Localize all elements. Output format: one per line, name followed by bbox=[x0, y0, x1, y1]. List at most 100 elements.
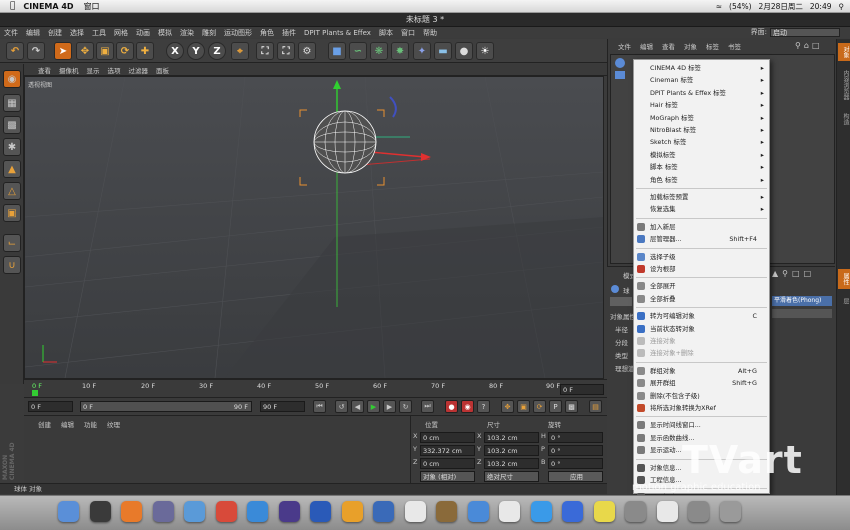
magnet-icon[interactable]: ∪ bbox=[3, 256, 21, 274]
nurbs-icon[interactable]: ❋ bbox=[370, 42, 388, 60]
new-window-icon[interactable]: □ bbox=[804, 269, 812, 279]
apply-button[interactable]: 应用 bbox=[548, 471, 603, 482]
keyframe-selection-icon[interactable]: ? bbox=[477, 400, 490, 413]
om-menu-tag[interactable]: 标签 bbox=[706, 41, 719, 51]
render-picture-icon[interactable]: ⛶ bbox=[277, 42, 295, 60]
dock-itunes-icon[interactable] bbox=[530, 501, 552, 522]
menu-dpit[interactable]: DPIT Plants & Effex bbox=[304, 29, 371, 37]
current-frame-field[interactable]: 0 F bbox=[560, 384, 604, 395]
tab-layers[interactable]: 层 bbox=[838, 293, 850, 309]
points-mode-icon[interactable]: ▲ bbox=[3, 160, 21, 178]
tab-structure[interactable]: 构造 bbox=[838, 109, 850, 129]
vp-menu-camera[interactable]: 摄像机 bbox=[59, 65, 79, 75]
object-tag-icon[interactable] bbox=[615, 71, 625, 79]
battery-percent[interactable]: (54%) bbox=[729, 2, 752, 11]
wifi-icon[interactable]: ≈ bbox=[716, 2, 722, 11]
context-menu-item[interactable]: 角色 标签 ▸ bbox=[634, 174, 769, 186]
dock-calendar-28-icon[interactable] bbox=[499, 501, 520, 522]
x-axis-button[interactable]: X bbox=[166, 42, 184, 60]
phong-tag-tab[interactable]: 平滑着色(Phong) bbox=[772, 296, 832, 306]
rot-h-field[interactable]: 0 ° bbox=[548, 432, 603, 443]
next-key-icon[interactable]: ↻ bbox=[399, 400, 412, 413]
dock-mission-control-icon[interactable] bbox=[152, 501, 174, 522]
dock-photoshop-icon[interactable] bbox=[310, 501, 331, 522]
date-label[interactable]: 2月28日周二 bbox=[759, 1, 803, 12]
autokey-icon[interactable]: ◉ bbox=[461, 400, 474, 413]
vp-menu-display[interactable]: 显示 bbox=[87, 65, 100, 75]
cube-icon[interactable]: ■ bbox=[328, 42, 346, 60]
context-menu-item[interactable]: 选择子级 bbox=[634, 251, 769, 263]
menu-create[interactable]: 创建 bbox=[48, 28, 62, 38]
dock-mail-icon[interactable] bbox=[184, 501, 205, 522]
key-scale-icon[interactable]: ▣ bbox=[517, 400, 530, 413]
dock-preview-icon[interactable] bbox=[467, 501, 489, 522]
scene-icon[interactable]: ▬ bbox=[434, 42, 452, 60]
context-menu-item[interactable]: MoGraph 标签 ▸ bbox=[634, 112, 769, 124]
menu-mograph[interactable]: 运动图形 bbox=[224, 28, 252, 38]
dock-pencil-icon[interactable] bbox=[436, 501, 457, 522]
record-icon[interactable]: ● bbox=[445, 400, 458, 413]
tab-objects[interactable]: 对象 bbox=[838, 43, 850, 61]
edges-mode-icon[interactable]: △ bbox=[3, 182, 21, 200]
start-frame-field[interactable]: 0 F bbox=[28, 401, 73, 412]
context-menu-item[interactable]: 脚本 标签 ▸ bbox=[634, 161, 769, 173]
make-editable-icon[interactable]: ◉ bbox=[3, 70, 21, 88]
mac-app-name[interactable]: CINEMA 4D bbox=[23, 2, 73, 11]
menu-simulate[interactable]: 模拟 bbox=[158, 28, 172, 38]
coord-size-select[interactable]: 绝对尺寸 bbox=[484, 471, 539, 482]
menu-edit[interactable]: 编辑 bbox=[26, 28, 40, 38]
deformer-icon[interactable]: ✦ bbox=[413, 42, 431, 60]
menu-select[interactable]: 选择 bbox=[70, 28, 84, 38]
mat-menu-create[interactable]: 创建 bbox=[38, 419, 51, 429]
z-axis-button[interactable]: Z bbox=[208, 42, 226, 60]
om-menu-bookmark[interactable]: 书签 bbox=[728, 41, 741, 51]
om-menu-object[interactable]: 对象 bbox=[684, 41, 697, 51]
undo-icon[interactable]: ↶ bbox=[6, 42, 24, 60]
menu-window[interactable]: 窗口 bbox=[401, 28, 415, 38]
playhead[interactable] bbox=[32, 390, 38, 396]
end-frame-field[interactable]: 90 F bbox=[260, 401, 305, 412]
menu-mesh[interactable]: 网格 bbox=[114, 28, 128, 38]
render-view-icon[interactable]: ⛶ bbox=[256, 42, 274, 60]
polygons-mode-icon[interactable]: ▣ bbox=[3, 204, 21, 222]
context-menu-item[interactable]: NitroBlast 标签 ▸ bbox=[634, 124, 769, 136]
key-param-icon[interactable]: P bbox=[549, 400, 562, 413]
scale-icon[interactable]: ▣ bbox=[96, 42, 114, 60]
tab-attributes[interactable]: 属性 bbox=[838, 269, 850, 289]
om-menu-edit[interactable]: 编辑 bbox=[640, 41, 653, 51]
key-rotation-icon[interactable]: ⟳ bbox=[533, 400, 546, 413]
y-axis-button[interactable]: Y bbox=[187, 42, 205, 60]
camera-icon[interactable]: ● bbox=[455, 42, 473, 60]
dock-firefox-icon[interactable] bbox=[121, 501, 142, 522]
pos-z-field[interactable]: 0 cm bbox=[420, 458, 475, 469]
film-icon[interactable]: ▤ bbox=[589, 400, 602, 413]
dock-screenshot-icon[interactable] bbox=[688, 501, 709, 522]
axis-mode-icon[interactable]: ⌙ bbox=[3, 234, 21, 252]
spline-icon[interactable]: ∽ bbox=[349, 42, 367, 60]
context-menu-item[interactable]: 设为根部 bbox=[634, 263, 769, 275]
om-menu-file[interactable]: 文件 bbox=[618, 41, 631, 51]
dock-notes-icon[interactable] bbox=[593, 501, 615, 522]
add-icon[interactable]: ✚ bbox=[136, 42, 154, 60]
context-menu-item[interactable]: Hair 标签 ▸ bbox=[634, 99, 769, 111]
size-y-field[interactable]: 103.2 cm bbox=[484, 445, 539, 456]
up-arrow-icon[interactable]: ▲ bbox=[772, 269, 778, 279]
timeline-ruler[interactable]: 0 F 10 F 20 F 30 F 40 F 50 F 60 F 70 F 8… bbox=[24, 379, 607, 397]
dock-after-effects-icon[interactable] bbox=[278, 501, 300, 522]
home-icon[interactable]: ⌂ bbox=[804, 41, 809, 51]
live-select-icon[interactable]: ➤ bbox=[54, 42, 72, 60]
context-menu-item[interactable]: 恢复选集 ▸ bbox=[634, 203, 769, 215]
pos-y-field[interactable]: 332.372 cm bbox=[420, 445, 475, 456]
vp-menu-filter[interactable]: 过滤器 bbox=[129, 65, 149, 75]
dock-cinema-4d-icon[interactable] bbox=[373, 501, 394, 522]
mat-menu-function[interactable]: 功能 bbox=[84, 419, 97, 429]
time-label[interactable]: 20:49 bbox=[810, 2, 832, 11]
dock-illustrator-icon[interactable] bbox=[341, 501, 363, 522]
context-menu-item[interactable]: 将所选对象转换为XRef bbox=[634, 402, 769, 414]
play-icon[interactable]: ▶ bbox=[367, 400, 380, 413]
menu-animate[interactable]: 动画 bbox=[136, 28, 150, 38]
texture-mode-icon[interactable]: ▩ bbox=[3, 116, 21, 134]
context-menu-item[interactable]: 连接对象 bbox=[634, 335, 769, 347]
dock-trash-icon[interactable] bbox=[719, 501, 741, 522]
mac-menu-window[interactable]: 窗口 bbox=[84, 1, 100, 12]
